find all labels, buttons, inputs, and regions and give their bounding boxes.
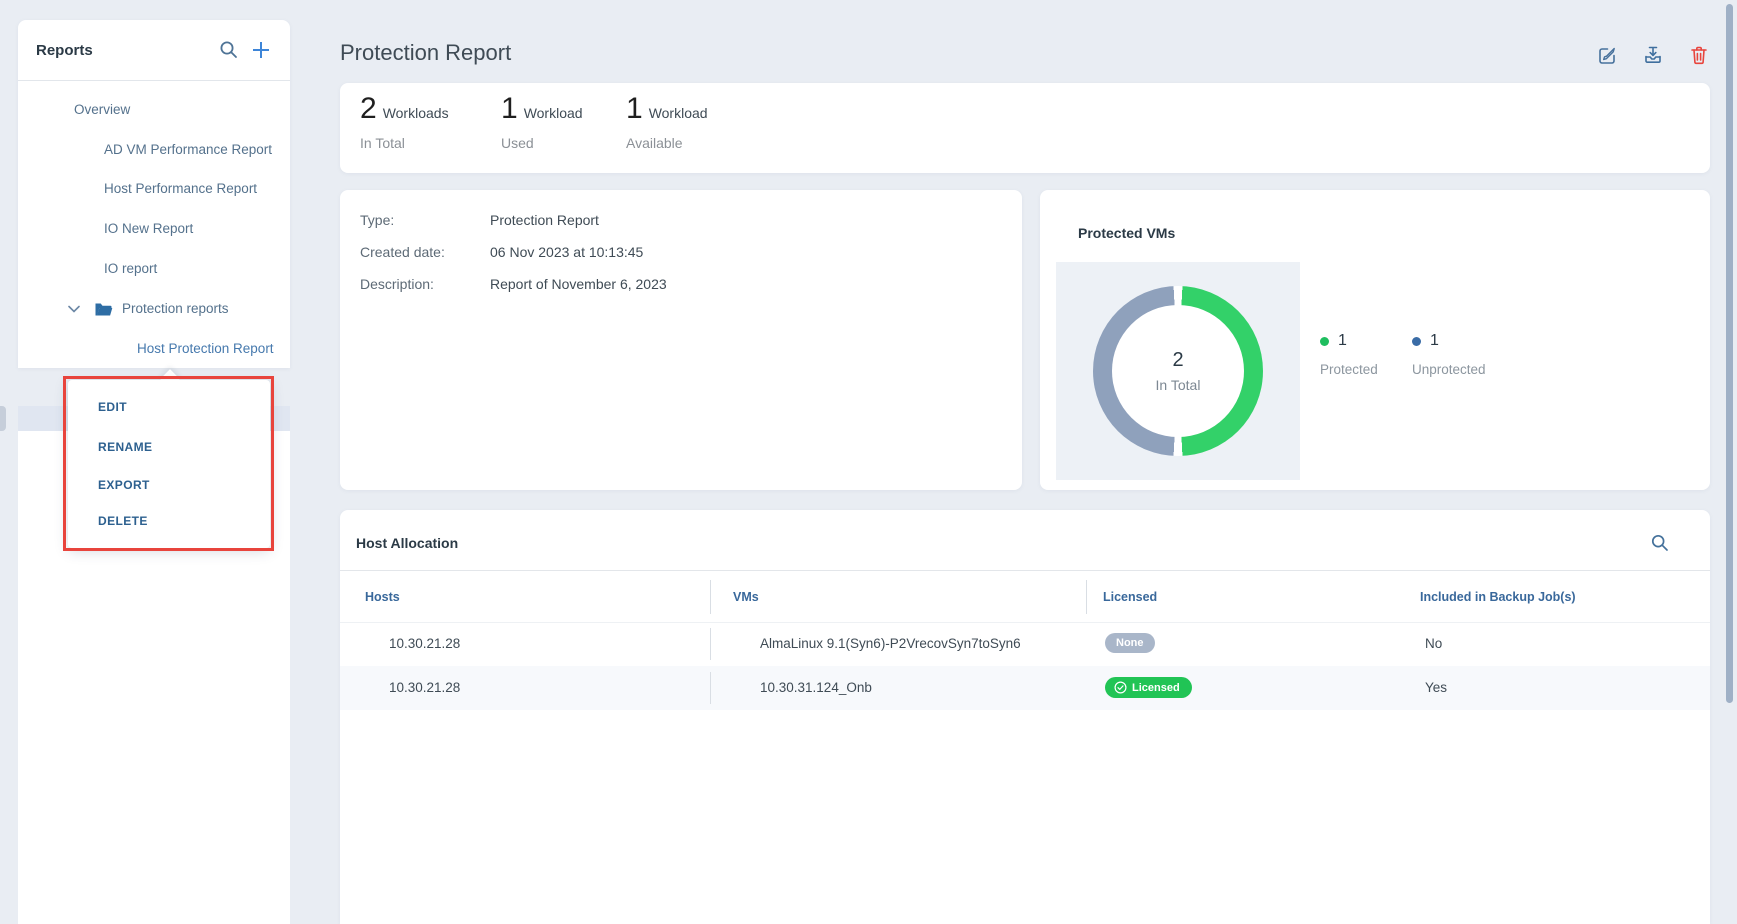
- delete-icon[interactable]: [1688, 44, 1710, 66]
- detail-label: Description:: [360, 274, 490, 294]
- sidebar-title: Reports: [36, 42, 208, 59]
- left-edge-handle[interactable]: [0, 406, 6, 431]
- detail-row-description: Description:Report of November 6, 2023: [360, 274, 667, 294]
- report-details-card: Type:Protection Report Created date:06 N…: [340, 190, 1022, 490]
- detail-row-created-date: Created date:06 Nov 2023 at 10:13:45: [360, 242, 643, 262]
- host-allocation-title: Host Allocation: [356, 535, 458, 551]
- donut-total-value: 2: [1172, 349, 1183, 372]
- donut-total-label: In Total: [1156, 377, 1201, 393]
- legend-label: Unprotected: [1412, 362, 1486, 377]
- stat-unit: Workloads: [383, 105, 449, 121]
- detail-value: Protection Report: [490, 212, 599, 228]
- sidebar-item-label: Protection reports: [122, 297, 229, 321]
- donut-chart: 2 In Total: [1093, 286, 1263, 456]
- detail-label: Created date:: [360, 242, 490, 262]
- sidebar-item-overview[interactable]: Overview: [74, 98, 130, 122]
- check-circle-icon: [1114, 681, 1127, 694]
- cell-vm: 10.30.31.124_Onb: [760, 679, 872, 697]
- legend-label: Protected: [1320, 362, 1378, 377]
- sidebar-item-protection-reports[interactable]: Protection reports: [68, 297, 229, 321]
- vertical-scrollbar[interactable]: [1726, 4, 1733, 703]
- table-row[interactable]: 10.30.21.28 10.30.31.124_Onb Licensed Ye…: [340, 666, 1710, 710]
- stat-caption: Used: [501, 135, 534, 151]
- stat-value: 2: [360, 92, 377, 125]
- context-menu: EDIT RENAME EXPORT DELETE: [68, 380, 270, 548]
- export-icon[interactable]: [1642, 44, 1664, 66]
- column-header-vms: VMs: [733, 589, 759, 606]
- host-allocation-card: Host Allocation Hosts VMs Licensed Inclu…: [340, 510, 1710, 924]
- detail-value: 06 Nov 2023 at 10:13:45: [490, 244, 643, 260]
- legend-value: 1: [1338, 332, 1347, 350]
- sidebar-item-io-new-report[interactable]: IO New Report: [104, 217, 193, 241]
- sidebar-item-host-performance-report[interactable]: Host Performance Report: [104, 177, 257, 201]
- unprotected-dot-icon: [1412, 337, 1421, 346]
- protected-vms-card: Protected VMs 2 In Total 1 Protected 1 U…: [1040, 190, 1710, 490]
- detail-value: Report of November 6, 2023: [490, 276, 667, 292]
- column-separator: [710, 628, 711, 660]
- donut-chart-panel: 2 In Total: [1056, 262, 1300, 480]
- protected-dot-icon: [1320, 337, 1329, 346]
- stat-value: 1: [626, 92, 643, 125]
- legend-value: 1: [1430, 332, 1439, 350]
- donut-center: 2 In Total: [1112, 305, 1244, 437]
- stat-caption: In Total: [360, 135, 405, 151]
- badge-label: None: [1116, 637, 1144, 649]
- sidebar-header: Reports: [18, 20, 290, 80]
- column-header-licensed: Licensed: [1103, 589, 1157, 606]
- divider: [340, 570, 1710, 571]
- workloads-summary-card: 2 Workloads In Total 1 Workload Used 1 Work…: [340, 83, 1710, 173]
- cell-host: 10.30.21.28: [389, 635, 460, 653]
- search-icon[interactable]: [218, 39, 240, 61]
- edit-icon[interactable]: [1596, 44, 1618, 66]
- menu-item-edit[interactable]: EDIT: [98, 397, 127, 417]
- search-icon[interactable]: [1650, 533, 1670, 553]
- sidebar-item-ad-vm-performance-report[interactable]: AD VM Performance Report: [104, 138, 272, 162]
- folder-open-icon: [94, 302, 114, 317]
- detail-label: Type:: [360, 210, 490, 230]
- detail-row-type: Type:Protection Report: [360, 210, 599, 230]
- stat-value: 1: [501, 92, 518, 125]
- protected-vms-title: Protected VMs: [1078, 225, 1175, 241]
- menu-item-rename[interactable]: RENAME: [98, 437, 152, 457]
- chevron-down-icon[interactable]: [68, 305, 80, 313]
- column-separator: [1086, 580, 1087, 614]
- cell-included: No: [1425, 635, 1442, 653]
- page-title: Protection Report: [340, 40, 511, 66]
- status-badge-licensed: Licensed: [1105, 677, 1192, 698]
- table-row[interactable]: 10.30.21.28 AlmaLinux 9.1(Syn6)-P2Vrecov…: [340, 622, 1710, 666]
- column-separator: [710, 580, 711, 614]
- column-header-hosts[interactable]: Hosts: [365, 589, 400, 606]
- sidebar-divider: [18, 80, 290, 81]
- header-actions: [1596, 44, 1710, 66]
- menu-item-delete[interactable]: DELETE: [98, 511, 148, 531]
- stat-unit: Workload: [524, 105, 583, 121]
- badge-label: Licensed: [1132, 682, 1180, 694]
- stat-unit: Workload: [649, 105, 708, 121]
- cell-vm: AlmaLinux 9.1(Syn6)-P2VrecovSyn7toSyn6: [760, 635, 1021, 653]
- cell-host: 10.30.21.28: [389, 679, 460, 697]
- plus-icon[interactable]: [250, 39, 272, 61]
- cell-included: Yes: [1425, 679, 1447, 697]
- column-separator: [710, 672, 711, 704]
- stat-caption: Available: [626, 135, 683, 151]
- legend-protected: 1 Protected: [1320, 332, 1378, 377]
- legend-unprotected: 1 Unprotected: [1412, 332, 1486, 377]
- menu-item-export[interactable]: EXPORT: [98, 475, 150, 495]
- sidebar-item-host-protection-report[interactable]: Host Protection Report: [137, 337, 274, 361]
- column-header-included: Included in Backup Job(s): [1420, 589, 1576, 606]
- sidebar-item-io-report[interactable]: IO report: [104, 257, 157, 281]
- status-badge-none: None: [1105, 633, 1155, 653]
